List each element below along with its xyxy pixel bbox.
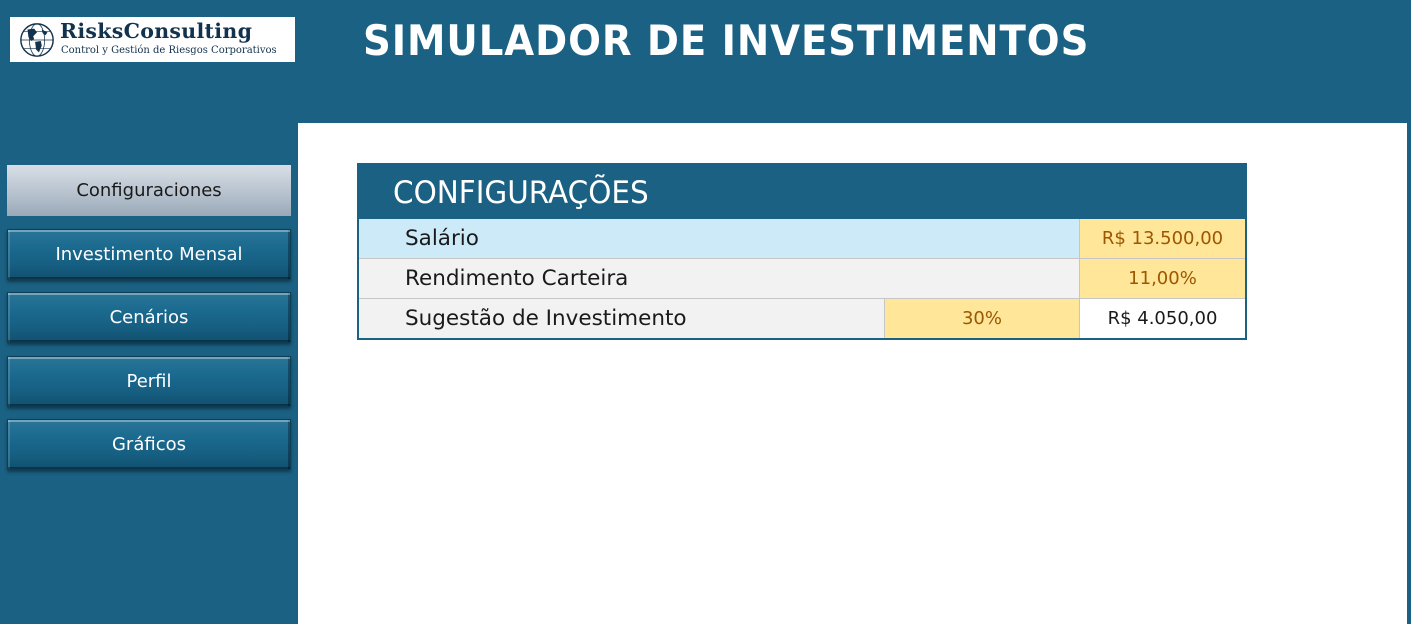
rendimento-input[interactable]: 11,00% [1079,259,1245,298]
sugestao-percent-input[interactable]: 30% [884,299,1079,338]
logo-tagline: Control y Gestión de Riesgos Corporativo… [61,45,277,56]
nav-button-cenarios[interactable]: Cenários [7,292,291,343]
config-row-sugestao: Sugestão de Investimento 30% R$ 4.050,00 [359,299,1245,338]
app-title: SIMULADOR DE INVESTIMENTOS [363,16,1090,65]
nav-button-perfil[interactable]: Perfil [7,356,291,407]
config-row-salario: Salário R$ 13.500,00 [359,219,1245,259]
company-logo: RisksConsulting Control y Gestión de Rie… [10,17,295,62]
config-title: CONFIGURAÇÕES [393,175,649,211]
config-table: CONFIGURAÇÕES Salário R$ 13.500,00 Rendi… [357,163,1247,340]
nav-button-investimento-mensal[interactable]: Investimento Mensal [7,229,291,280]
globe-icon [20,23,54,57]
sugestao-label: Sugestão de Investimento [405,306,687,331]
app-header: RisksConsulting Control y Gestión de Rie… [0,0,1411,123]
salario-input[interactable]: R$ 13.500,00 [1079,219,1245,258]
nav-button-configuraciones[interactable]: Configuraciones [7,165,291,216]
sugestao-value: R$ 4.050,00 [1079,299,1245,338]
config-header: CONFIGURAÇÕES [359,165,1245,219]
config-row-rendimento: Rendimento Carteira 11,00% [359,259,1245,299]
salario-label: Salário [405,226,479,251]
rendimento-label: Rendimento Carteira [405,266,629,291]
sidebar-nav: Configuraciones Investimento Mensal Cená… [0,123,298,624]
logo-name: RisksConsulting [60,19,253,43]
nav-button-graficos[interactable]: Gráficos [7,419,291,470]
